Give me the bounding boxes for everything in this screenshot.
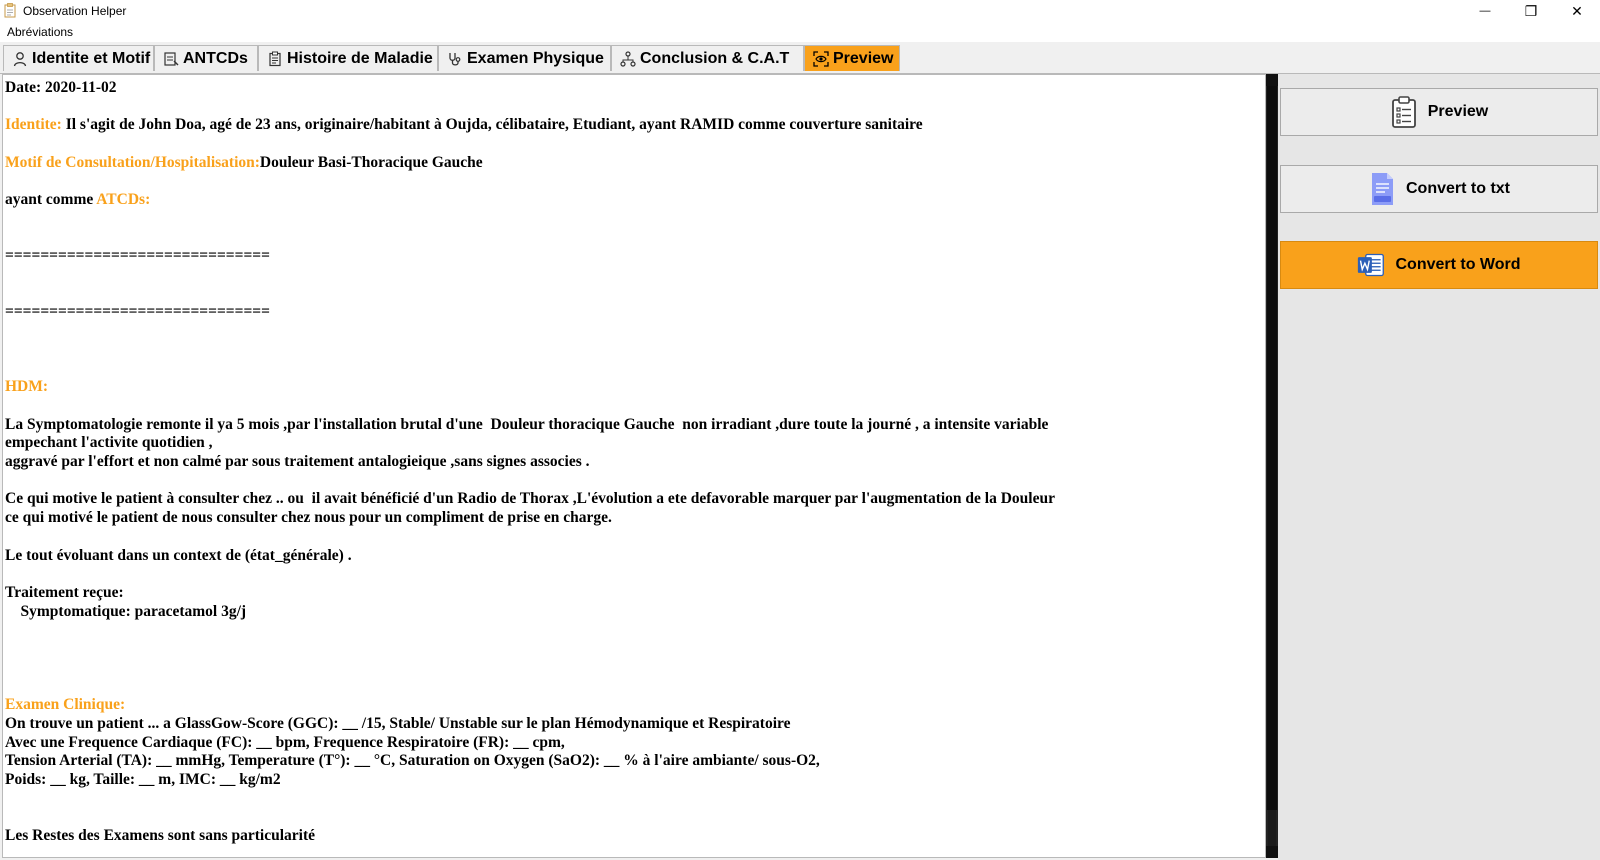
tab-identite-et-motif[interactable]: Identite et Motif — [3, 45, 154, 71]
word-icon — [1358, 253, 1385, 277]
convert-to-word-label: Convert to Word — [1395, 256, 1521, 273]
restes-line: Les Restes des Examens sont sans particu… — [5, 827, 315, 845]
atcd-label: ATCDs: — [96, 191, 151, 209]
scroll-down-arrow[interactable] — [1266, 846, 1278, 858]
examen-line: Poids: __ kg, Taille: __ m, IMC: __ kg/m… — [5, 771, 281, 789]
motive-line: ce qui motivé le patient de nous consult… — [5, 509, 612, 527]
hdm-line: La Symptomatologie remonte il ya 5 mois … — [5, 415, 1049, 433]
hdm-label: HDM: — [5, 378, 49, 396]
preview-document: Date: 2020-11-02 Identite: Il s'agit de … — [5, 79, 1260, 846]
preview-button-label: Preview — [1427, 103, 1489, 120]
close-button[interactable]: ✕ — [1554, 0, 1600, 22]
person-icon — [13, 51, 27, 66]
hdm-line: aggravé par l'effort et non calmé par so… — [5, 453, 590, 471]
motif-label: Motif de Consultation/Hospitalisation: — [5, 153, 260, 171]
identite-line: Identite: Il s'agit de John Doa, agé de … — [5, 116, 1260, 135]
clipboard-list-icon — [1391, 96, 1416, 128]
tab-label: Conclusion & C.A.T — [640, 49, 790, 67]
examen-label: Examen Clinique: — [5, 696, 126, 714]
tab-preview[interactable]: Preview — [804, 45, 900, 71]
tab-label: Identite et Motif — [32, 49, 151, 67]
minimize-icon: — — [1479, 5, 1491, 17]
action-panel: Preview Convert to txt Convert to Word — [1278, 74, 1600, 860]
preview-text-area[interactable]: Date: 2020-11-02 Identite: Il s'agit de … — [2, 74, 1266, 858]
restore-button[interactable]: ❐ — [1508, 0, 1554, 22]
vertical-scrollbar[interactable] — [1266, 74, 1278, 858]
history-notes-icon — [164, 51, 179, 66]
close-icon: ✕ — [1571, 2, 1583, 19]
title-bar: Observation Helper — ❐ ✕ — [0, 0, 1600, 22]
restore-icon: ❐ — [1524, 2, 1538, 19]
atcd-line: ayant comme ATCDs: — [5, 191, 1260, 210]
identite-label: Identite: — [5, 116, 62, 134]
clipboard-icon — [269, 51, 281, 66]
tab-label: Preview — [833, 49, 894, 67]
motif-line: Motif de Consultation/Hospitalisation:Do… — [5, 154, 1260, 173]
tab-conclusion-cat[interactable]: Conclusion & C.A.T — [611, 45, 804, 71]
separator-line: ============================== — [5, 303, 270, 321]
identite-text: Il s'agit de John Doa, agé de 23 ans, or… — [61, 116, 923, 134]
motive-line: Ce qui motive le patient à consulter che… — [5, 490, 1055, 508]
hdm-line: empechant l'activite quotidien , — [5, 434, 213, 452]
convert-to-word-button[interactable]: Convert to Word — [1280, 241, 1598, 289]
atcd-prefix: ayant comme — [5, 191, 97, 209]
traitement-label: Traitement reçue: — [5, 583, 124, 601]
date-line: Date: 2020-11-02 — [5, 79, 117, 96]
tab-bar: Identite et Motif ANTCDs Histoire de Mal… — [0, 44, 1600, 74]
convert-to-txt-button[interactable]: Convert to txt — [1280, 165, 1598, 213]
examen-line: On trouve un patient ... a GlassGow-Scor… — [5, 714, 791, 732]
stethoscope-icon — [449, 52, 461, 66]
app-clipboard-icon — [4, 3, 16, 18]
preview-button[interactable]: Preview — [1280, 88, 1598, 136]
separator-line: ============================== — [5, 247, 270, 265]
tab-label: Examen Physique — [467, 49, 604, 67]
traitement-item: Symptomatique: paracetamol 3g/j — [5, 602, 247, 620]
window-title: Observation Helper — [23, 4, 127, 18]
tab-examen-physique[interactable]: Examen Physique — [438, 45, 611, 71]
txt-file-icon — [1372, 173, 1393, 205]
examen-line: Avec une Frequence Cardiaque (FC): __ bp… — [5, 733, 565, 751]
context-line: Le tout évoluant dans un context de (éta… — [5, 546, 352, 564]
menu-bar: Abréviations — [0, 22, 1600, 42]
tab-antcds[interactable]: ANTCDs — [154, 45, 258, 71]
motif-text: Douleur Basi-Thoracique Gauche — [259, 153, 483, 171]
tab-histoire-de-maladie[interactable]: Histoire de Maladie — [258, 45, 438, 71]
eye-scan-icon — [813, 50, 829, 67]
menu-abbreviations[interactable]: Abréviations — [7, 25, 73, 39]
network-icon — [620, 50, 636, 67]
minimize-button[interactable]: — — [1462, 0, 1508, 22]
convert-to-txt-label: Convert to txt — [1406, 180, 1510, 197]
examen-line: Tension Arterial (TA): __ mmHg, Temperat… — [5, 752, 820, 770]
tab-label: Histoire de Maladie — [287, 49, 433, 67]
scroll-thumb[interactable] — [1267, 86, 1277, 810]
scroll-up-arrow[interactable] — [1266, 74, 1278, 86]
tab-label: ANTCDs — [183, 49, 248, 67]
